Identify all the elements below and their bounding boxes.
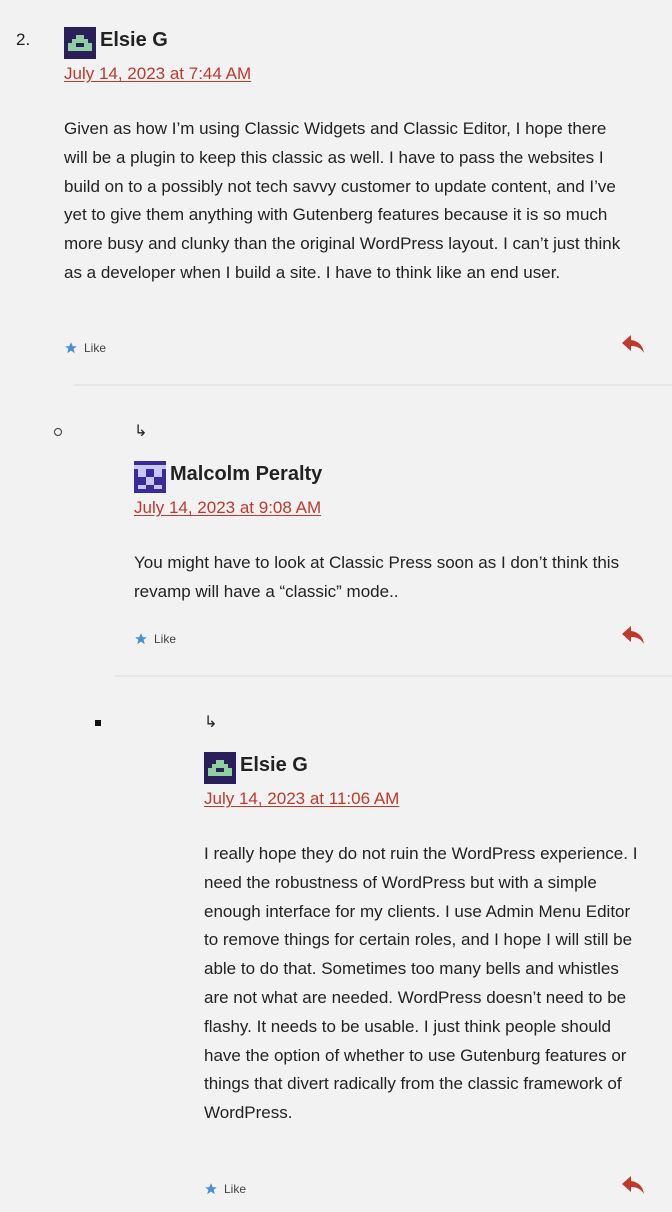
avatar[interactable] bbox=[204, 752, 236, 789]
comment-author[interactable]: Elsie G bbox=[240, 755, 308, 775]
list-bullet bbox=[95, 720, 101, 726]
reply-arrow: ↳ bbox=[134, 423, 148, 440]
comment-number: 2. bbox=[16, 30, 31, 49]
comment-date-link[interactable]: July 14, 2023 at 9:08 AM bbox=[134, 499, 321, 516]
like-label: Like bbox=[84, 341, 107, 355]
separator bbox=[74, 384, 672, 386]
comment-text: Given as how I’m using Classic Widgets a… bbox=[64, 119, 621, 282]
list-bullet bbox=[54, 428, 62, 436]
comment-author[interactable]: Elsie G bbox=[100, 30, 168, 50]
reply-button[interactable] bbox=[621, 624, 645, 651]
comment-text: I really hope they do not ruin the WordP… bbox=[204, 844, 638, 1123]
avatar[interactable] bbox=[64, 27, 96, 64]
reply-arrow: ↳ bbox=[204, 714, 218, 731]
star-icon bbox=[205, 1183, 217, 1195]
like-label: Like bbox=[154, 632, 177, 646]
avatar-identicon-icon bbox=[64, 27, 96, 59]
reply-button[interactable] bbox=[621, 1174, 645, 1201]
comment-author[interactable]: Malcolm Peralty bbox=[170, 464, 322, 484]
star-icon bbox=[135, 633, 147, 645]
reply-icon bbox=[622, 335, 644, 353]
comment-date-link[interactable]: July 14, 2023 at 11:06 AM bbox=[204, 790, 399, 807]
comment-text: You might have to look at Classic Press … bbox=[134, 553, 620, 601]
reply-icon bbox=[622, 626, 644, 644]
avatar[interactable] bbox=[134, 461, 166, 498]
like-button[interactable]: Like bbox=[134, 632, 176, 646]
like-button[interactable]: Like bbox=[204, 1182, 246, 1196]
reply-icon bbox=[622, 1176, 644, 1194]
comment-date-link[interactable]: July 14, 2023 at 7:44 AM bbox=[64, 65, 251, 82]
reply-button[interactable] bbox=[621, 333, 645, 360]
separator bbox=[114, 675, 672, 677]
like-button[interactable]: Like bbox=[64, 341, 106, 355]
like-label: Like bbox=[224, 1182, 247, 1196]
star-icon bbox=[65, 342, 77, 354]
avatar-identicon-icon bbox=[134, 461, 166, 493]
avatar-identicon-icon bbox=[204, 752, 236, 784]
